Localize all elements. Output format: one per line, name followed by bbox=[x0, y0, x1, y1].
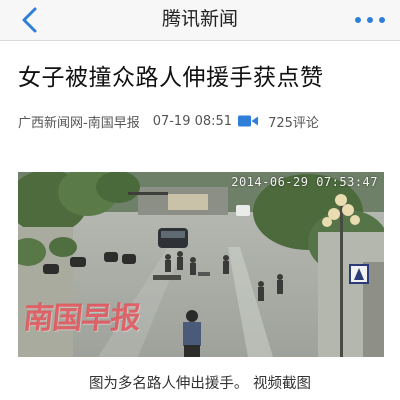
article-source[interactable]: 广西新闻网-南国早报 bbox=[18, 112, 140, 131]
top-nav-bar: 腾讯新闻 bbox=[0, 0, 400, 41]
article-headline: 女子被撞众路人伸援手获点赞 bbox=[18, 65, 324, 91]
photo-caption: 图为多名路人伸出援手。 视频截图 bbox=[88, 376, 312, 392]
nav-title: 腾讯新闻 bbox=[161, 8, 238, 30]
article-meta: 广西新闻网-南国早报 07-19 08:51 725评论 bbox=[18, 110, 319, 132]
article-photo[interactable]: 2014-06-29 07:53:47 南国早报 bbox=[18, 172, 384, 357]
more-button[interactable] bbox=[350, 6, 390, 34]
video-camera-icon[interactable] bbox=[238, 114, 259, 128]
newspaper-watermark: 南国早报 bbox=[21, 301, 142, 336]
more-dots-icon bbox=[355, 17, 385, 23]
comment-count-link[interactable]: 725评论 bbox=[268, 112, 319, 131]
video-timestamp: 2014-06-29 07:53:47 bbox=[231, 175, 378, 189]
article-time: 07-19 08:51 bbox=[152, 113, 233, 129]
